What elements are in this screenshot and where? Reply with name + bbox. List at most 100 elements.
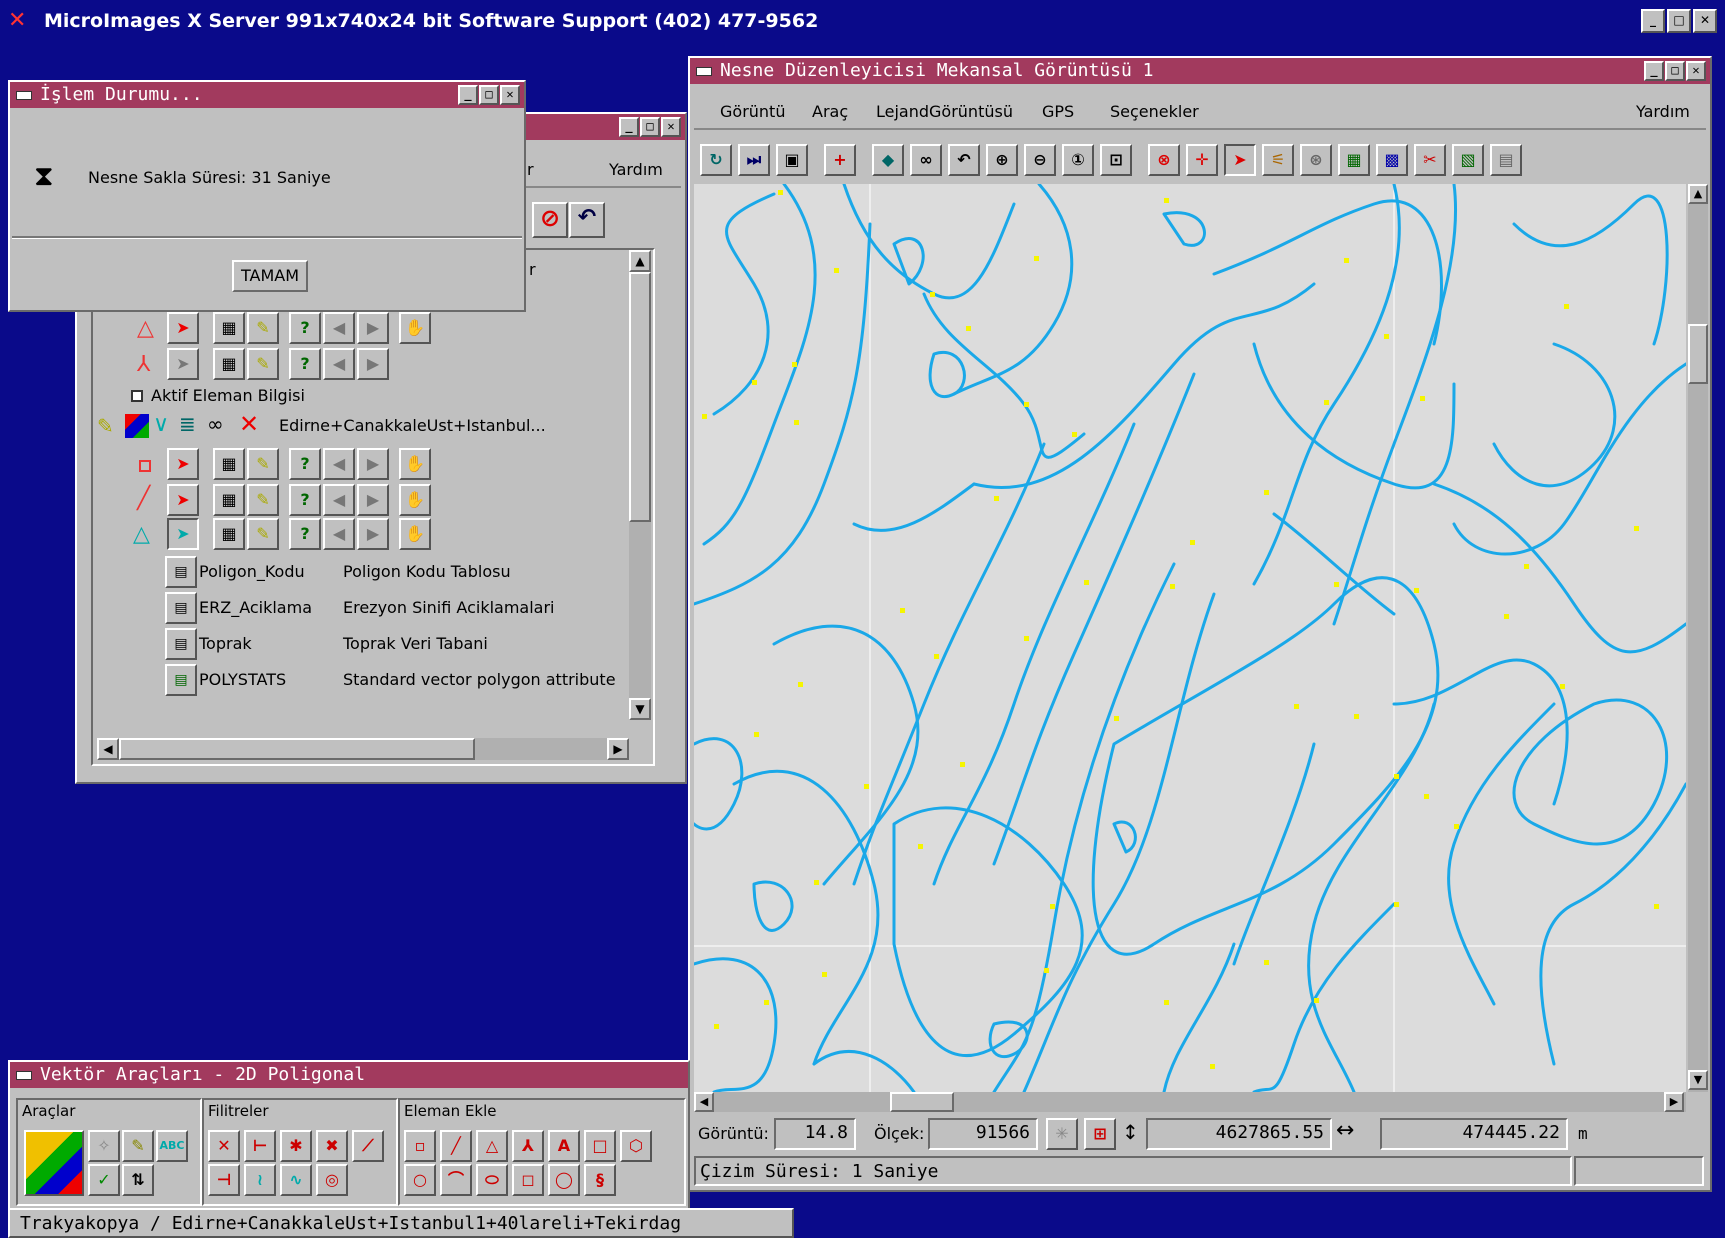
add-arc-icon[interactable]: ⌒ (440, 1164, 472, 1196)
select-arrow-icon[interactable]: ➤ (167, 518, 199, 550)
table-icon[interactable]: ▤ (165, 628, 197, 660)
maximize-button[interactable]: □ (1667, 9, 1691, 33)
print-icon[interactable]: ▤ (1490, 144, 1522, 176)
binoculars-icon[interactable]: ∞ (207, 412, 224, 436)
scroll-thumb[interactable] (1688, 324, 1708, 384)
scroll-thumb[interactable] (890, 1092, 954, 1112)
undo-icon[interactable]: ↶ (569, 202, 605, 238)
pencil-icon[interactable]: ✎ (247, 312, 279, 344)
query-icon[interactable]: ? (289, 348, 321, 380)
maximize-button[interactable]: □ (1665, 61, 1685, 81)
add-oval-icon[interactable]: ◯ (548, 1164, 580, 1196)
filter-icon[interactable]: ✱ (280, 1130, 312, 1162)
add-line-icon[interactable]: ╱ (440, 1130, 472, 1162)
no-icon[interactable]: ⊘ (532, 202, 568, 238)
scroll-right-icon[interactable]: ▶ (1664, 1092, 1684, 1112)
map-canvas[interactable] (694, 184, 1686, 1092)
color-icon[interactable]: ▩ (1376, 144, 1408, 176)
pencil-icon[interactable]: ✎ (247, 484, 279, 516)
table-icon[interactable]: ▦ (213, 448, 245, 480)
scroll-up-icon[interactable]: ▲ (1688, 184, 1708, 204)
map-horizontal-scrollbar[interactable]: ◀ ▶ (694, 1092, 1686, 1112)
add-circle-icon[interactable]: ○ (404, 1164, 436, 1196)
add-rectangle-icon[interactable]: □ (584, 1130, 616, 1162)
check-icon[interactable]: ∨ (153, 412, 169, 437)
table-icon[interactable]: ▤ (165, 556, 197, 588)
system-menu-icon[interactable] (16, 1071, 32, 1080)
add-layer-icon[interactable]: + (824, 144, 856, 176)
spellcheck-icon[interactable]: ABC (156, 1130, 188, 1162)
filter-icon[interactable]: ≀ (244, 1164, 276, 1196)
query-icon[interactable]: ? (289, 448, 321, 480)
query-icon[interactable]: ? (289, 312, 321, 344)
next-icon[interactable]: ▶ (357, 448, 389, 480)
horizontal-scrollbar[interactable]: ◀ ▶ (97, 738, 629, 760)
scroll-right-icon[interactable]: ▶ (607, 738, 629, 760)
menu-legend-view[interactable]: LejandGörüntüsü (876, 98, 1013, 126)
add-spline-icon[interactable]: § (584, 1164, 616, 1196)
table-name[interactable]: POLYSTATS (199, 670, 286, 690)
hand-icon[interactable]: ✋ (399, 448, 431, 480)
layer-name[interactable]: Edirne+CanakkaleUst+Istanbul... (279, 416, 546, 436)
active-info-checkbox[interactable] (131, 390, 143, 402)
tree-icon[interactable]: ≣ (179, 412, 196, 436)
locate-icon[interactable]: ◆ (872, 144, 904, 176)
select-arrow-icon[interactable]: ➤ (167, 348, 199, 380)
add-polygon-icon[interactable]: △ (476, 1130, 508, 1162)
filter-icon[interactable]: ◎ (316, 1164, 348, 1196)
prev-icon[interactable]: ◀ (323, 312, 355, 344)
add-box-icon[interactable]: ◻ (512, 1164, 544, 1196)
pencil-edit-icon[interactable]: ✎ (97, 414, 114, 438)
tool-icon[interactable]: ⇅ (122, 1164, 154, 1196)
query-icon[interactable]: ? (289, 484, 321, 516)
gps-icon[interactable]: ⊛ (1300, 144, 1332, 176)
redraw-icon[interactable]: ↻ (700, 144, 732, 176)
hand-icon[interactable]: ✋ (399, 484, 431, 516)
table-icon[interactable]: ▦ (213, 484, 245, 516)
menu-view[interactable]: Görüntü (720, 98, 785, 126)
filter-icon[interactable]: ∿ (280, 1164, 312, 1196)
hand-icon[interactable]: ✋ (399, 312, 431, 344)
select-arrow-icon[interactable]: ➤ (167, 484, 199, 516)
minimize-button[interactable]: _ (1644, 61, 1664, 81)
scroll-up-icon[interactable]: ▲ (629, 250, 651, 272)
layers-icon[interactable]: ▦ (1338, 144, 1370, 176)
pencil-icon[interactable]: ✎ (247, 518, 279, 550)
filter-icon[interactable]: ⊣ (208, 1164, 240, 1196)
scroll-left-icon[interactable]: ◀ (694, 1092, 714, 1112)
northing-field[interactable]: 4627865.55 (1146, 1118, 1332, 1150)
add-text-icon[interactable]: A (548, 1130, 580, 1162)
menu-help[interactable]: Yardım (1636, 98, 1690, 126)
scroll-thumb[interactable] (629, 272, 651, 522)
tool-icon[interactable]: ✧ (88, 1130, 120, 1162)
select-arrow-icon[interactable]: ➤ (167, 312, 199, 344)
remove-layer-icon[interactable]: ✕ (239, 410, 259, 438)
table-icon[interactable]: ▤ (165, 592, 197, 624)
next-icon[interactable]: ▶ (357, 518, 389, 550)
table-name[interactable]: ERZ_Aciklama (199, 598, 312, 618)
add-point-icon[interactable]: ▫ (404, 1130, 436, 1162)
next-icon[interactable]: ▶ (357, 484, 389, 516)
close-button[interactable]: ✕ (1693, 9, 1717, 33)
scroll-left-icon[interactable]: ◀ (97, 738, 119, 760)
maximize-button[interactable]: □ (640, 117, 660, 137)
position-icon[interactable]: ⊞ (1084, 1118, 1116, 1150)
view-value-field[interactable]: 14.8 (774, 1118, 856, 1150)
snap-icon[interactable]: ✛ (1186, 144, 1218, 176)
layer-color-icon[interactable] (125, 414, 149, 438)
minimize-button[interactable]: _ (1641, 9, 1665, 33)
zoom-in-icon[interactable]: ⊕ (986, 144, 1018, 176)
zoom-out-icon[interactable]: ⊖ (1024, 144, 1056, 176)
table-name[interactable]: Toprak (199, 634, 252, 654)
scroll-thumb[interactable] (119, 738, 475, 760)
prev-icon[interactable]: ◀ (323, 518, 355, 550)
filter-icon[interactable]: ⟋ (352, 1130, 384, 1162)
minimize-button[interactable]: _ (619, 117, 639, 137)
filter-icon[interactable]: ✖ (316, 1130, 348, 1162)
menu-help[interactable]: Yardım (609, 160, 663, 179)
zoom-back-icon[interactable]: ↶ (948, 144, 980, 176)
prev-icon[interactable]: ◀ (323, 484, 355, 516)
add-node-icon[interactable]: ⅄ (512, 1130, 544, 1162)
filter-icon[interactable]: ✕ (208, 1130, 240, 1162)
pencil-icon[interactable]: ✎ (247, 448, 279, 480)
